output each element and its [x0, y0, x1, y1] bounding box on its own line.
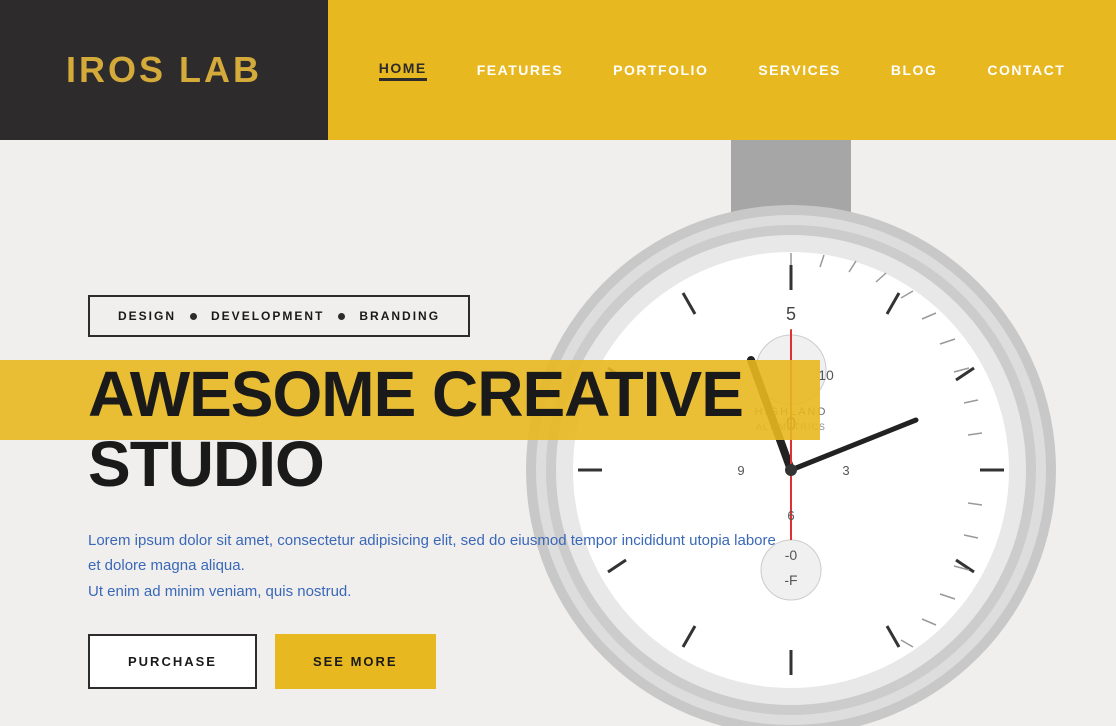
nav-item-home[interactable]: HOME	[379, 60, 427, 81]
nav-item-services[interactable]: SERVICES	[758, 62, 841, 78]
hero-description: Lorem ipsum dolor sit amet, consectetur …	[88, 528, 788, 605]
hero-content: DESIGN DEVELOPMENT BRANDING AWESOME CREA…	[88, 140, 868, 689]
hero-buttons: PURCHASE SEE MORE	[88, 634, 868, 689]
dot-separator-1	[190, 313, 197, 320]
tag-development: DEVELOPMENT	[211, 309, 324, 323]
main-nav: HOME FEATURES PORTFOLIO SERVICES BLOG CO…	[328, 0, 1116, 140]
hero-section: 0 5 10 0 HIGHLAND ALTIMETRICS -0 -F 9 3 …	[0, 140, 1116, 726]
nav-item-blog[interactable]: BLOG	[891, 62, 937, 78]
see-more-button[interactable]: SEE MORE	[275, 634, 436, 689]
tag-branding: BRANDING	[359, 309, 440, 323]
logo-block: IROS LAB	[0, 0, 328, 140]
logo: IROS LAB	[66, 49, 262, 91]
tag-box: DESIGN DEVELOPMENT BRANDING	[88, 295, 470, 337]
tag-design: DESIGN	[118, 309, 176, 323]
nav-item-portfolio[interactable]: PORTFOLIO	[613, 62, 708, 78]
dot-separator-2	[338, 313, 345, 320]
header: IROS LAB HOME FEATURES PORTFOLIO SERVICE…	[0, 0, 1116, 140]
hero-desc-line2: Ut enim ad minim veniam, quis nostrud.	[88, 583, 351, 600]
purchase-button[interactable]: PURCHASE	[88, 634, 257, 689]
hero-desc-line1: Lorem ipsum dolor sit amet, consectetur …	[88, 532, 776, 575]
nav-item-features[interactable]: FEATURES	[477, 62, 563, 78]
hero-headline: AWESOME CREATIVE STUDIO	[88, 359, 868, 500]
nav-item-contact[interactable]: CONTACT	[987, 62, 1065, 78]
